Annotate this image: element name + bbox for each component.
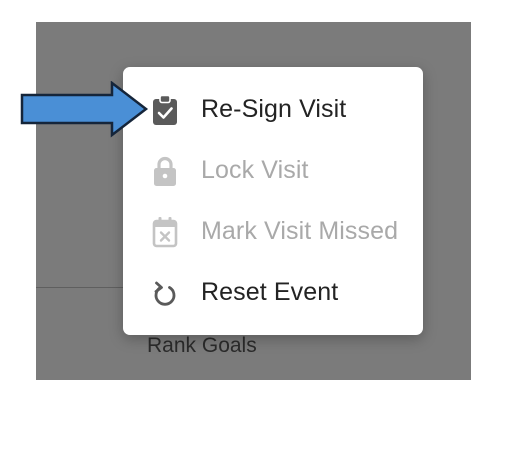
- menu-item-label: Lock Visit: [201, 156, 309, 184]
- screenshot-stage: Rank Goals Re-Sign Visit Lock Visit Mark…: [0, 0, 514, 475]
- callout-arrow-icon: [20, 81, 149, 138]
- menu-item-lock-visit[interactable]: Lock Visit: [123, 140, 423, 201]
- menu-item-re-sign-visit[interactable]: Re-Sign Visit: [123, 79, 423, 140]
- context-menu: Re-Sign Visit Lock Visit Mark Visit Miss…: [123, 67, 423, 335]
- calendar-x-icon: [150, 216, 180, 248]
- menu-item-label: Re-Sign Visit: [201, 95, 347, 123]
- menu-item-reset-event[interactable]: Reset Event: [123, 262, 423, 323]
- lock-icon: [150, 155, 180, 187]
- background-divider: [36, 287, 131, 288]
- clipboard-check-icon: [150, 94, 180, 126]
- menu-item-label: Reset Event: [201, 278, 339, 306]
- menu-item-mark-visit-missed[interactable]: Mark Visit Missed: [123, 201, 423, 262]
- menu-item-label: Mark Visit Missed: [201, 217, 399, 245]
- background-rank-goals-text: Rank Goals: [147, 334, 257, 357]
- reset-icon: [150, 277, 180, 309]
